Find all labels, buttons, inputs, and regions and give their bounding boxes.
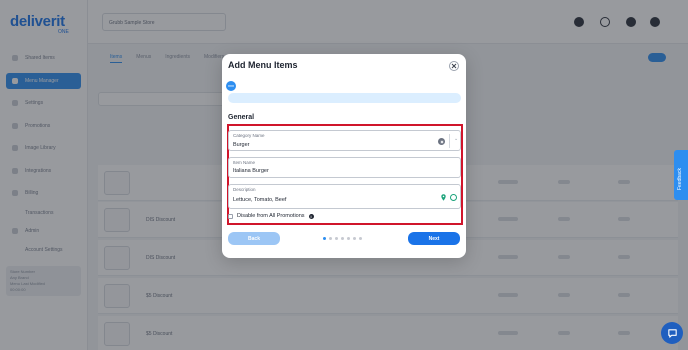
step-dot xyxy=(329,237,332,240)
step-dot xyxy=(341,237,344,240)
step-dots xyxy=(323,237,362,240)
location-pin-icon[interactable] xyxy=(441,194,446,201)
item-name-label: Item Name xyxy=(233,160,256,165)
close-button[interactable] xyxy=(449,61,459,71)
category-label: Category Name xyxy=(233,133,265,138)
description-value: Lettuce, Tomato, Beef xyxy=(233,197,287,203)
category-value: Burger xyxy=(233,142,250,148)
description-label: Description xyxy=(233,187,256,192)
select-divider xyxy=(449,134,450,148)
section-heading: General xyxy=(228,114,255,121)
disable-promotions-label: Disable from All Promotions xyxy=(237,213,305,219)
item-name-value: Italiana Burger xyxy=(233,168,269,174)
back-button[interactable]: Back xyxy=(228,232,280,245)
progress-step-indicator xyxy=(226,81,236,91)
add-menu-items-modal: Add Menu Items General Category Name Bur… xyxy=(222,54,466,258)
chevron-down-icon[interactable]: ⌄ xyxy=(454,136,458,142)
ai-assist-icon[interactable] xyxy=(450,194,457,201)
next-button[interactable]: Next xyxy=(408,232,460,245)
disable-promotions-checkbox[interactable] xyxy=(228,213,233,219)
chat-button[interactable] xyxy=(661,322,683,344)
disable-promotions-row[interactable]: Disable from All Promotions i xyxy=(228,212,314,220)
chat-icon xyxy=(667,328,677,338)
step-dot xyxy=(335,237,338,240)
item-name-field[interactable]: Item Name Italiana Burger xyxy=(228,157,461,178)
info-icon[interactable]: i xyxy=(308,213,314,219)
close-icon xyxy=(451,63,457,69)
dots-icon xyxy=(228,85,234,87)
category-select[interactable]: Category Name Burger ⌄ xyxy=(228,130,461,151)
step-dot xyxy=(323,237,326,240)
step-dot xyxy=(353,237,356,240)
modal-title: Add Menu Items xyxy=(228,60,298,70)
progress-bar xyxy=(228,93,461,103)
step-dot xyxy=(359,237,362,240)
feedback-tab[interactable]: Feedback xyxy=(674,150,688,200)
step-dot xyxy=(347,237,350,240)
feedback-label: Feedback xyxy=(677,168,683,190)
clear-icon[interactable] xyxy=(438,138,445,145)
description-field[interactable]: Description Lettuce, Tomato, Beef xyxy=(228,184,461,209)
